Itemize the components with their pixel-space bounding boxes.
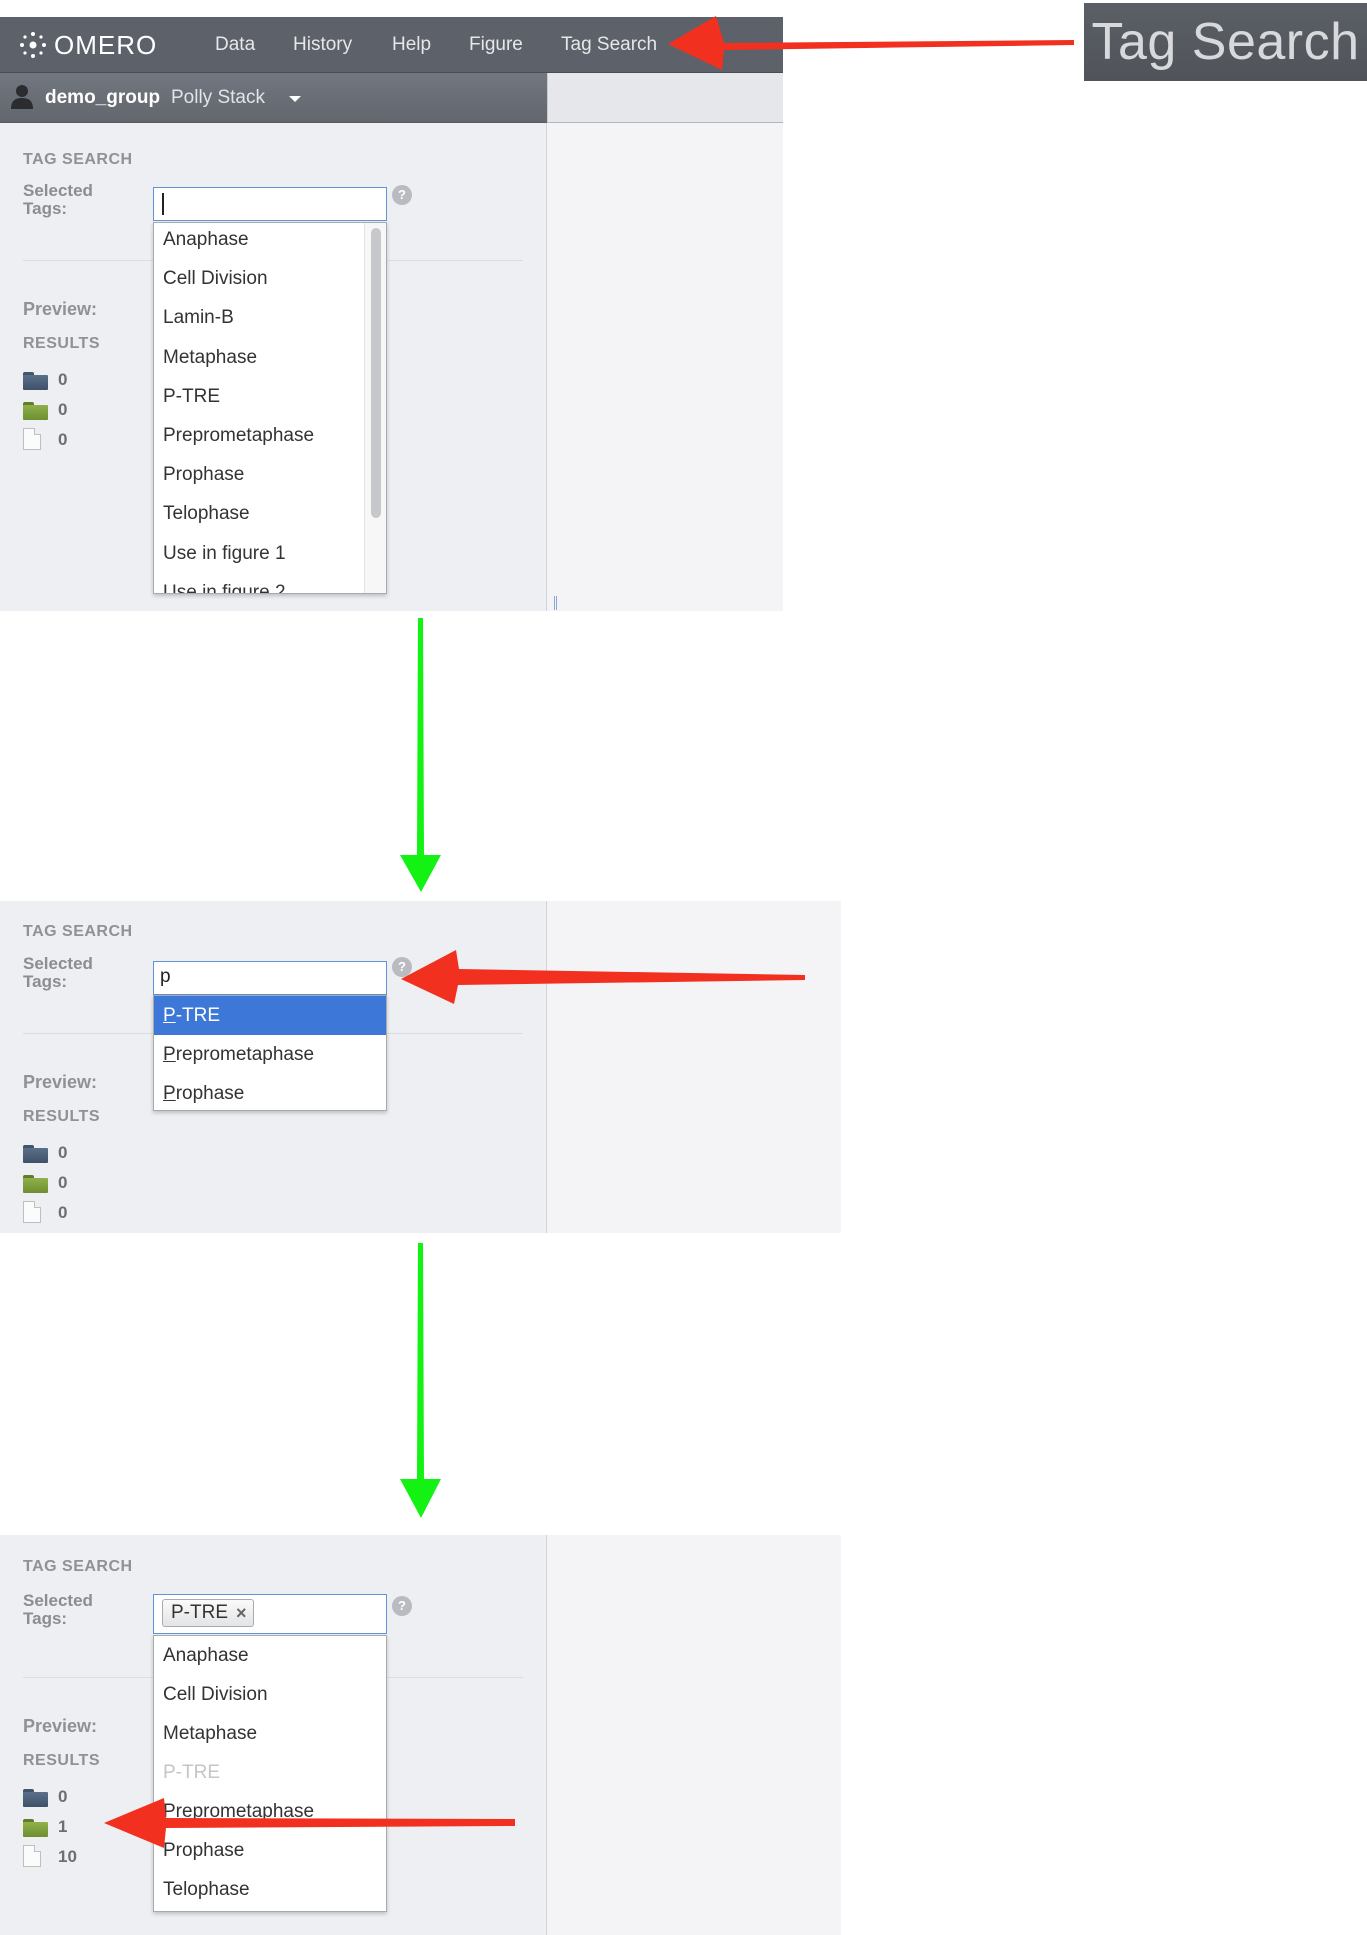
- nav-history[interactable]: History: [293, 34, 352, 56]
- tag-option[interactable]: P-TRE: [154, 377, 386, 416]
- tag-option[interactable]: Anaphase: [154, 223, 386, 259]
- tag-option[interactable]: Lamin-B: [154, 298, 386, 337]
- omero-logo-text: OMERO: [54, 29, 158, 60]
- tag-option[interactable]: Telophase: [154, 494, 386, 533]
- tag-option[interactable]: Prophase: [154, 1074, 386, 1110]
- image-file-icon: [23, 1201, 41, 1223]
- group-name: demo_group: [45, 87, 161, 108]
- tag-search-zoom-callout: Tag Search: [1084, 3, 1367, 81]
- projects-count: 0: [58, 370, 68, 389]
- selected-tag-label: P-TRE: [171, 1602, 228, 1623]
- tag-dropdown: Anaphase Cell Division Lamin-B Metaphase P-T…: [153, 222, 387, 594]
- user-name: Polly Stack: [171, 87, 265, 108]
- zoom-callout-text: Tag Search: [1091, 13, 1360, 71]
- right-header: [547, 73, 783, 123]
- right-content-panel-1: [547, 123, 783, 611]
- datasets-count: 0: [58, 400, 68, 419]
- tag-option[interactable]: Use in figure 1: [154, 534, 386, 573]
- omero-logo[interactable]: OMERO: [18, 27, 157, 63]
- datasets-count: 1: [58, 1817, 68, 1836]
- tag-option[interactable]: Metaphase: [154, 1714, 386, 1753]
- tutorial-figure: OMERO Data History Help Figure Tag Searc…: [0, 0, 1367, 1935]
- images-count: 0: [58, 430, 68, 449]
- right-content-panel-2: [547, 901, 841, 1233]
- tag-autocomplete-dropdown: P-TRE Preprometaphase Prophase: [153, 995, 387, 1111]
- text-cursor: [162, 193, 164, 215]
- image-file-icon: [23, 1845, 41, 1867]
- tag-option[interactable]: Preprometaphase: [154, 416, 386, 455]
- top-navbar: OMERO Data History Help Figure Tag Searc…: [0, 17, 783, 73]
- tag-option[interactable]: Preprometaphase: [154, 1792, 386, 1831]
- tag-dropdown: Anaphase Cell Division Metaphase P-TRE Prepr…: [153, 1635, 387, 1912]
- tag-option[interactable]: Anaphase: [154, 1636, 386, 1675]
- tag-option[interactable]: Preprometaphase: [154, 1035, 386, 1074]
- remove-tag-icon[interactable]: ×: [236, 1603, 247, 1624]
- selected-tags-label: Selected Tags:: [23, 954, 93, 991]
- preview-label: Preview:: [23, 299, 98, 319]
- nav-data[interactable]: Data: [215, 34, 255, 56]
- dataset-folder-icon: [23, 402, 48, 420]
- group-switcher[interactable]: demo_group Polly Stack: [0, 73, 547, 123]
- results-heading: RESULTS: [23, 335, 100, 352]
- tag-option[interactable]: Prophase: [154, 455, 386, 494]
- selected-tags-label: Selected Tags:: [23, 181, 93, 218]
- tag-search-input[interactable]: [153, 187, 387, 221]
- preview-label: Preview:: [23, 1072, 98, 1092]
- tag-option[interactable]: Use in figure 2: [154, 573, 386, 593]
- help-icon[interactable]: ?: [392, 185, 412, 205]
- nav-tag-search[interactable]: Tag Search: [561, 34, 657, 56]
- omero-logo-icon: [18, 30, 48, 60]
- projects-count: 0: [58, 1787, 68, 1806]
- tag-search-panel-2: TAG SEARCH Selected Tags: p ? Preview: R…: [0, 901, 547, 1233]
- tag-option[interactable]: Telophase: [154, 1870, 386, 1909]
- dataset-folder-icon: [23, 1175, 48, 1193]
- user-icon: [11, 85, 33, 109]
- tag-search-heading: TAG SEARCH: [23, 1558, 133, 1575]
- nav-help[interactable]: Help: [392, 34, 431, 56]
- green-arrow-2: [400, 1243, 441, 1518]
- images-count: 10: [58, 1847, 77, 1866]
- selected-tags-label: Selected Tags:: [23, 1591, 93, 1628]
- help-icon[interactable]: ?: [392, 957, 412, 977]
- tag-search-heading: TAG SEARCH: [23, 923, 133, 940]
- tag-option[interactable]: Cell Division: [154, 259, 386, 298]
- right-content-panel-3: [547, 1535, 841, 1935]
- preview-label: Preview:: [23, 1716, 98, 1736]
- group-user-bar: demo_group Polly Stack: [0, 73, 783, 123]
- tag-search-panel-1: TAG SEARCH Selected Tags: ? Preview: RES…: [0, 123, 547, 611]
- results-heading: RESULTS: [23, 1108, 100, 1125]
- tag-option[interactable]: Prophase: [154, 1831, 386, 1870]
- tag-option-highlighted[interactable]: P-TRE: [154, 996, 386, 1035]
- projects-count: 0: [58, 1143, 68, 1162]
- green-arrow-1: [400, 618, 441, 892]
- images-count: 0: [58, 1203, 68, 1222]
- tag-search-heading: TAG SEARCH: [23, 151, 133, 168]
- selected-tag-chip[interactable]: P-TRE ×: [162, 1599, 254, 1627]
- nav-figure[interactable]: Figure: [469, 34, 523, 56]
- dataset-folder-icon: [23, 1819, 48, 1837]
- project-folder-icon: [23, 1145, 48, 1163]
- splitter-handle[interactable]: [554, 596, 557, 610]
- tag-option-disabled: P-TRE: [163, 1762, 220, 1783]
- tag-search-input[interactable]: p: [153, 961, 387, 995]
- image-file-icon: [23, 428, 41, 450]
- tag-search-input-value: p: [160, 966, 171, 987]
- datasets-count: 0: [58, 1173, 68, 1192]
- chevron-down-icon[interactable]: [289, 96, 301, 102]
- tag-option[interactable]: Metaphase: [154, 338, 386, 377]
- project-folder-icon: [23, 372, 48, 390]
- tag-search-panel-3: TAG SEARCH Selected Tags: P-TRE × ? Prev…: [0, 1535, 547, 1935]
- help-icon[interactable]: ?: [392, 1596, 412, 1616]
- project-folder-icon: [23, 1789, 48, 1807]
- tag-option[interactable]: Cell Division: [154, 1675, 386, 1714]
- results-heading: RESULTS: [23, 1752, 100, 1769]
- tag-search-input[interactable]: P-TRE ×: [153, 1594, 387, 1634]
